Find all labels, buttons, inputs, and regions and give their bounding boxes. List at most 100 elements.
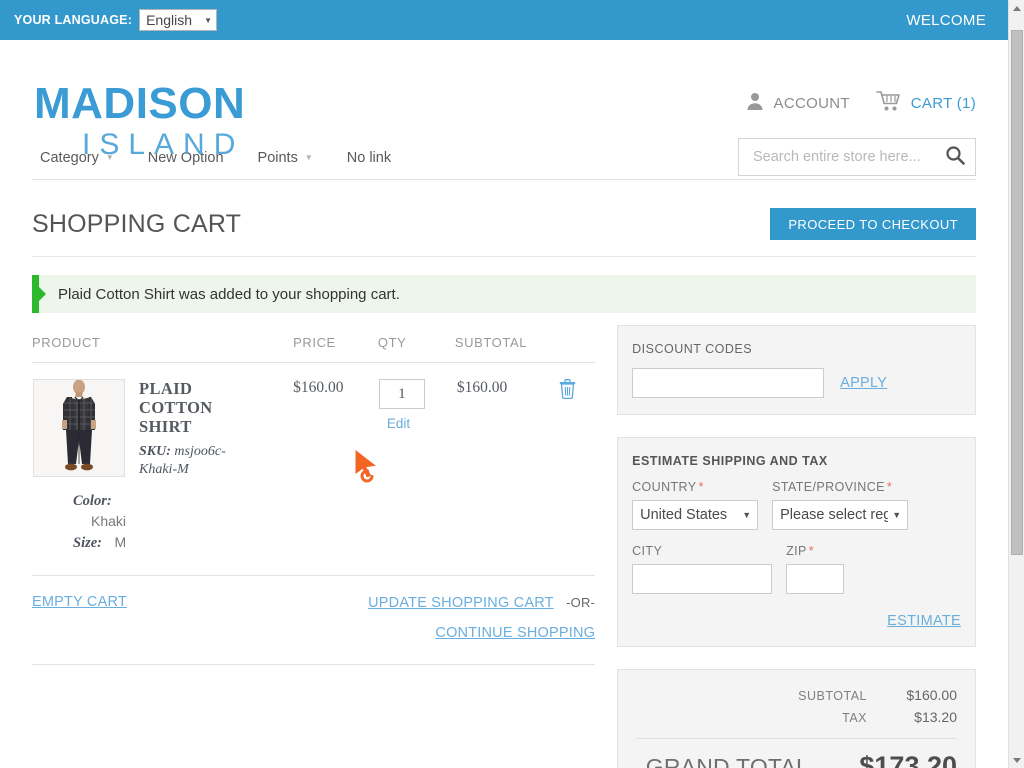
edit-item-link[interactable]: Edit [387, 416, 454, 431]
column-header-product: PRODUCT [32, 325, 294, 363]
language-label: YOUR LANGUAGE: [14, 13, 133, 27]
trash-icon[interactable] [559, 379, 594, 404]
cart-main: PRODUCT PRICE QTY SUBTOTAL PLAID COTTON … [32, 325, 976, 768]
totals-row-subtotal: SUBTOTAL $160.00 [636, 684, 957, 706]
apply-discount-link[interactable]: APPLY [840, 375, 887, 391]
estimate-shipping-panel: ESTIMATE SHIPPING AND TAX COUNTRY * Unite… [617, 437, 976, 647]
product-sku: SKU: msjoo6c-Khaki-M [139, 443, 263, 479]
estimate-link[interactable]: ESTIMATE [887, 613, 961, 629]
cart-label: CART (1) [910, 94, 976, 112]
chevron-down-icon: ▼ [742, 510, 752, 520]
chevron-down-icon: ▼ [892, 510, 902, 520]
cart-left-column: PRODUCT PRICE QTY SUBTOTAL PLAID COTTON … [32, 325, 596, 665]
nav-item-label: Points [257, 150, 298, 166]
table-row: PLAID COTTON SHIRT SKU: msjoo6c-Khaki-M [32, 362, 596, 576]
empty-cart-link[interactable]: EMPTY CART [32, 594, 127, 610]
cart-actions: EMPTY CART UPDATE SHOPPING CART -OR- CON… [32, 576, 596, 665]
required-asterisk: * [698, 480, 704, 494]
site-logo[interactable]: MADISON ISLAND [34, 82, 245, 160]
shopping-cart-icon [875, 90, 902, 116]
person-icon [745, 91, 765, 115]
column-header-qty: QTY [377, 325, 455, 363]
page-title-row: SHOPPING CART PROCEED TO CHECKOUT [32, 180, 976, 257]
city-input[interactable] [632, 564, 773, 594]
state-label-text: STATE/PROVINCE [772, 480, 885, 494]
discount-codes-panel: DISCOUNT CODES APPLY [617, 325, 976, 415]
city-label: CITY [632, 544, 663, 558]
country-label: COUNTRY * [632, 480, 758, 494]
cell-product: PLAID COTTON SHIRT SKU: msjoo6c-Khaki-M [32, 362, 294, 576]
search-box[interactable] [738, 138, 976, 176]
estimate-shipping-title: ESTIMATE SHIPPING AND TAX [632, 454, 828, 468]
country-select[interactable]: United States ▼ [632, 500, 759, 530]
country-label-text: COUNTRY [632, 480, 697, 494]
zip-input[interactable] [786, 564, 845, 594]
country-field: COUNTRY * United States ▼ [632, 480, 759, 530]
required-asterisk: * [808, 544, 815, 558]
account-link[interactable]: ACCOUNT [745, 91, 850, 115]
cart-actions-right: UPDATE SHOPPING CART -OR- CONTINUE SHOPP… [368, 594, 595, 642]
product-options: Color: Khaki Size: M [33, 492, 292, 552]
logo-line-1: MADISON [34, 79, 246, 128]
required-asterisk: * [886, 480, 893, 494]
account-label: ACCOUNT [773, 94, 850, 112]
cell-actions [557, 362, 596, 576]
discount-code-input[interactable] [632, 368, 825, 398]
column-header-actions [557, 325, 596, 363]
state-select[interactable]: Please select region, state or province … [772, 500, 909, 530]
continue-row: CONTINUE SHOPPING [368, 624, 595, 642]
option-size: Size: M [73, 534, 292, 552]
product-thumbnail[interactable] [33, 379, 125, 477]
site-header: MADISON ISLAND ACCOUNT CART (1) Search e… [0, 40, 1008, 176]
vertical-scrollbar[interactable] [1008, 0, 1024, 768]
zip-label-text: ZIP [786, 544, 807, 558]
state-label: STATE/PROVINCE * [772, 480, 908, 494]
cell-price: $160.00 [293, 362, 378, 576]
cell-qty: Edit [377, 362, 455, 576]
totals-value: $160.00 [906, 687, 957, 703]
product-name[interactable]: PLAID COTTON SHIRT [139, 379, 267, 436]
column-header-subtotal: SUBTOTAL [454, 325, 558, 363]
browser-page: YOUR LANGUAGE: English ▼ WELCOME MADISON… [0, 0, 1024, 768]
cart-link[interactable]: CART (1) [875, 90, 976, 116]
or-separator: -OR- [566, 595, 596, 610]
search-input[interactable] [751, 148, 945, 166]
chevron-down-icon: ▼ [304, 153, 313, 162]
scroll-up-arrow-icon[interactable] [1009, 0, 1024, 16]
scroll-down-arrow-icon[interactable] [1009, 752, 1024, 768]
country-select-value: United States [640, 507, 728, 523]
totals-label: TAX [842, 711, 867, 725]
search-icon[interactable] [945, 145, 965, 170]
language-select-value: English [146, 12, 192, 28]
cart-table-body: PLAID COTTON SHIRT SKU: msjoo6c-Khaki-M [32, 362, 596, 576]
table-header-row: PRODUCT PRICE QTY SUBTOTAL [32, 325, 596, 363]
message-accent-bar [32, 275, 39, 313]
update-row: UPDATE SHOPPING CART -OR- [368, 594, 595, 612]
totals-panel: SUBTOTAL $160.00 TAX $13.20 GRAND TOTAL … [617, 669, 976, 768]
product-sku-label: SKU: [139, 444, 171, 459]
option-value: M [114, 534, 127, 550]
language-select[interactable]: English ▼ [139, 9, 218, 31]
option-color: Color: Khaki [73, 492, 292, 529]
quantity-input[interactable] [378, 379, 425, 409]
state-select-value: Please select region, state or province [780, 507, 888, 523]
totals-label: SUBTOTAL [798, 689, 867, 703]
nav-item-points[interactable]: Points ▼ [258, 148, 329, 168]
zip-field: ZIP * [786, 544, 845, 594]
option-value: Khaki [91, 513, 127, 529]
proceed-to-checkout-button[interactable]: PROCEED TO CHECKOUT [770, 208, 976, 240]
welcome-text: WELCOME [906, 11, 986, 29]
cart-right-column: DISCOUNT CODES APPLY ESTIMATE SHIPPING A… [617, 325, 976, 768]
language-bar: YOUR LANGUAGE: English ▼ WELCOME [0, 0, 1008, 40]
update-shopping-cart-link[interactable]: UPDATE SHOPPING CART [368, 595, 554, 611]
totals-value: $13.20 [914, 709, 957, 725]
zip-label: ZIP * [786, 544, 844, 558]
cart-table: PRODUCT PRICE QTY SUBTOTAL PLAID COTTON … [32, 325, 596, 576]
scrollbar-thumb[interactable] [1011, 30, 1023, 555]
discount-codes-title: DISCOUNT CODES [632, 342, 753, 356]
cart-table-head: PRODUCT PRICE QTY SUBTOTAL [32, 325, 596, 363]
continue-shopping-link[interactable]: CONTINUE SHOPPING [435, 625, 595, 641]
nav-item-no-link[interactable]: No link [347, 148, 407, 168]
grand-total-row: GRAND TOTAL $173.20 [636, 738, 957, 768]
option-label: Color: [73, 493, 112, 509]
